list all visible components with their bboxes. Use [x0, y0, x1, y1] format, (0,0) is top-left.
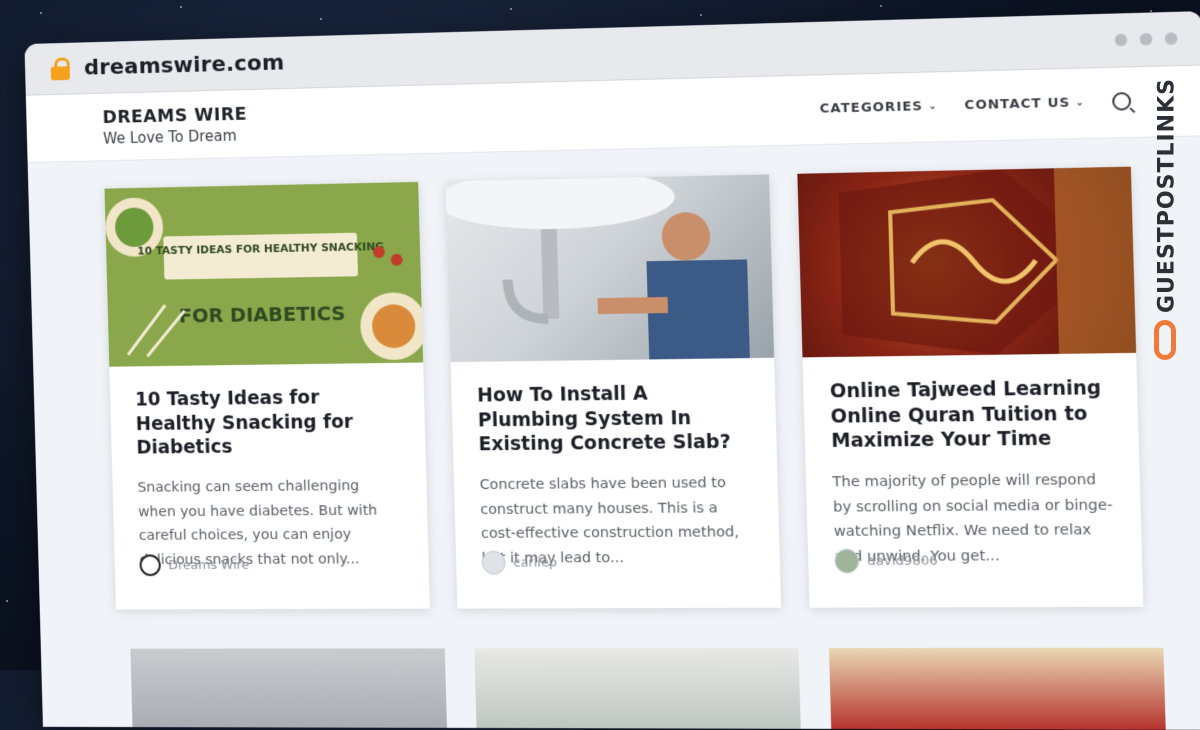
- author-name[interactable]: david9806: [867, 553, 938, 569]
- post-card[interactable]: Online Tajweed Learning Online Quran Tui…: [797, 167, 1143, 608]
- post-grid: 10 TASTY IDEAS FOR HEALTHY SNACKING FOR …: [104, 167, 1143, 610]
- chain-link-icon: [1154, 320, 1176, 360]
- post-grid-row-2: [130, 648, 1165, 730]
- post-title[interactable]: 10 Tasty Ideas for Healthy Snacking for …: [135, 385, 400, 461]
- nav-contact-label: CONTACT US: [964, 95, 1070, 113]
- post-title[interactable]: Online Tajweed Learning Online Quran Tui…: [830, 376, 1112, 454]
- post-author[interactable]: carliep: [482, 550, 558, 574]
- search-icon[interactable]: [1112, 92, 1131, 111]
- site-brand[interactable]: DREAMS WIRE We Love To Dream: [102, 103, 248, 147]
- lock-icon: [49, 57, 71, 79]
- site-tagline: We Love To Dream: [103, 126, 248, 147]
- guestpostlinks-watermark: GUESTPOSTLINKS: [1150, 58, 1186, 358]
- post-thumbnail[interactable]: [797, 167, 1136, 358]
- author-name[interactable]: carliep: [513, 555, 557, 570]
- main-nav: CATEGORIES ⌄ CONTACT US ⌄: [819, 92, 1131, 118]
- plumber-photo: [446, 174, 774, 362]
- avatar: [834, 549, 859, 573]
- author-name[interactable]: Dreams Wire: [168, 557, 249, 572]
- post-thumbnail[interactable]: [829, 648, 1166, 730]
- quran-cover-photo: [797, 167, 1136, 358]
- chevron-down-icon: ⌄: [928, 100, 938, 111]
- chevron-down-icon: ⌄: [1075, 97, 1085, 108]
- window-dot-icon[interactable]: [1115, 34, 1128, 47]
- nav-categories[interactable]: CATEGORIES ⌄: [820, 98, 938, 116]
- watermark-text: GUESTPOSTLINKS: [1155, 61, 1180, 331]
- browser-window: dreamswire.com DREAMS WIRE We Love To Dr…: [24, 11, 1200, 730]
- window-controls: [1115, 32, 1178, 46]
- snacks-illustration: 10 TASTY IDEAS FOR HEALTHY SNACKING FOR …: [104, 182, 423, 367]
- window-dot-icon[interactable]: [1165, 32, 1178, 45]
- post-author[interactable]: Dreams Wire: [139, 554, 249, 576]
- post-title[interactable]: How To Install A Plumbing System In Exis…: [477, 380, 751, 457]
- site-title[interactable]: DREAMS WIRE: [102, 103, 247, 127]
- nav-categories-label: CATEGORIES: [820, 99, 924, 117]
- post-thumbnail[interactable]: [474, 648, 800, 729]
- post-card[interactable]: 10 TASTY IDEAS FOR HEALTHY SNACKING FOR …: [104, 182, 429, 610]
- post-author[interactable]: david9806: [834, 548, 938, 573]
- post-thumbnail[interactable]: [130, 648, 447, 728]
- window-dot-icon[interactable]: [1140, 33, 1153, 46]
- address-bar[interactable]: dreamswire.com: [84, 50, 285, 80]
- post-thumbnail[interactable]: 10 TASTY IDEAS FOR HEALTHY SNACKING FOR …: [104, 182, 423, 367]
- post-card[interactable]: How To Install A Plumbing System In Exis…: [446, 174, 781, 608]
- thumb-caption-bottom: FOR DIABETICS: [179, 302, 346, 328]
- avatar: [139, 554, 161, 576]
- nav-contact[interactable]: CONTACT US ⌄: [964, 95, 1085, 113]
- avatar: [482, 551, 506, 575]
- post-thumbnail[interactable]: [446, 174, 774, 362]
